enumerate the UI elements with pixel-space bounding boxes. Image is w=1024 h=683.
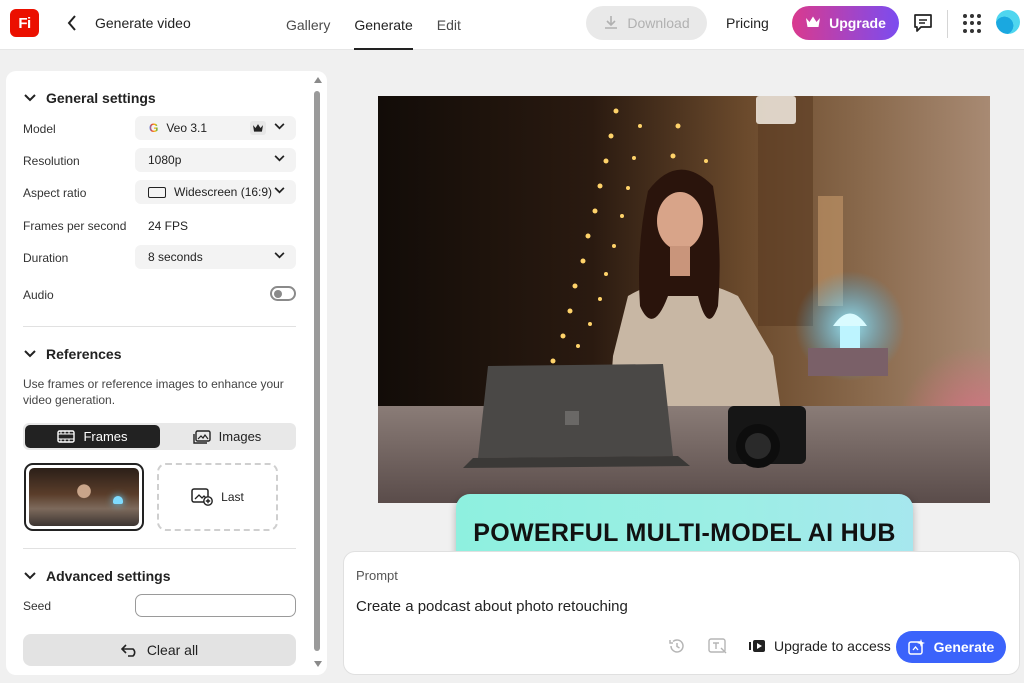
advanced-settings-title: Advanced settings — [46, 568, 171, 584]
frames-label: Frames — [83, 429, 128, 444]
duration-value: 8 seconds — [148, 250, 203, 264]
tab-frames[interactable]: Frames — [25, 425, 160, 448]
audio-toggle[interactable] — [270, 286, 296, 301]
upgrade-to-access-label: Upgrade to access — [774, 638, 891, 654]
references-header[interactable]: References — [24, 346, 122, 362]
seed-label: Seed — [23, 599, 52, 613]
scroll-down-icon[interactable] — [314, 661, 322, 667]
duration-label: Duration — [23, 251, 69, 265]
aspect-ratio-select[interactable]: Widescreen (16:9) — [135, 180, 296, 204]
tab-gallery[interactable]: Gallery — [276, 0, 340, 50]
tab-generate[interactable]: Generate — [344, 0, 422, 50]
download-button[interactable]: Download — [586, 6, 707, 40]
first-frame-thumbnail[interactable] — [24, 463, 144, 531]
last-label: Last — [221, 490, 244, 504]
prompt-box[interactable]: Prompt Create a podcast about photo reto… — [343, 551, 1020, 675]
download-label: Download — [627, 15, 690, 31]
top-bar: Fi Generate video Gallery Generate Edit … — [0, 0, 1024, 50]
references-title: References — [46, 346, 122, 362]
crown-icon — [250, 121, 266, 135]
sparkle-icon — [907, 639, 925, 655]
chevron-down-icon — [274, 155, 285, 162]
chevron-down-icon — [274, 252, 285, 259]
video-credits-icon — [749, 640, 765, 652]
advanced-settings-header[interactable]: Advanced settings — [24, 568, 170, 584]
add-image-icon — [191, 488, 214, 506]
tab-edit[interactable]: Edit — [427, 0, 471, 50]
audio-label: Audio — [23, 288, 54, 302]
fps-label: Frames per second — [23, 219, 127, 233]
reference-type-toggle: Frames Images — [23, 423, 296, 450]
back-arrow-icon[interactable] — [62, 12, 82, 34]
apps-grid-icon[interactable] — [963, 14, 982, 33]
prompt-input[interactable]: Create a podcast about photo retouching — [356, 598, 628, 615]
images-label: Images — [218, 429, 262, 444]
divider — [947, 10, 948, 38]
video-preview[interactable] — [378, 96, 990, 503]
film-icon — [57, 430, 76, 443]
references-description: Use frames or reference images to enhanc… — [23, 377, 284, 407]
upgrade-label: Upgrade — [829, 15, 886, 31]
undo-icon — [120, 644, 136, 657]
chevron-down-icon — [274, 187, 285, 194]
preview-scene — [378, 96, 990, 503]
model-select[interactable]: G Veo 3.1 — [135, 116, 296, 140]
upgrade-to-access-link[interactable]: Upgrade to access — [748, 638, 891, 654]
resolution-value: 1080p — [148, 153, 182, 167]
avatar[interactable] — [996, 10, 1020, 34]
aspect-ratio-label: Aspect ratio — [23, 186, 87, 200]
general-settings-title: General settings — [46, 90, 156, 106]
clear-all-button[interactable]: Clear all — [23, 634, 296, 666]
model-value: Veo 3.1 — [166, 121, 208, 135]
clear-all-label: Clear all — [146, 642, 199, 658]
generate-label: Generate — [933, 639, 995, 655]
aspect-ratio-value: Widescreen (16:9) — [174, 185, 273, 199]
divider — [23, 548, 296, 549]
pricing-link[interactable]: Pricing — [726, 15, 769, 31]
chevron-down-icon — [24, 350, 36, 358]
settings-panel: General settings Model G Veo 3.1 Resolut… — [6, 71, 327, 675]
scroll-thumb[interactable] — [314, 91, 320, 651]
widescreen-icon — [148, 186, 166, 198]
page-title: Generate video — [95, 15, 191, 31]
chevron-down-icon — [274, 123, 285, 130]
duration-select[interactable]: 8 seconds — [135, 245, 296, 269]
last-frame-dropzone[interactable]: Last — [157, 463, 278, 531]
scroll-up-icon[interactable] — [314, 77, 322, 83]
seed-input[interactable] — [135, 594, 296, 617]
prompt-label: Prompt — [356, 568, 398, 583]
images-icon — [192, 429, 211, 444]
chevron-down-icon — [24, 94, 36, 102]
general-settings-header[interactable]: General settings — [24, 90, 156, 106]
main-nav: Gallery Generate Edit — [276, 0, 475, 50]
fps-value: 24 FPS — [148, 219, 189, 233]
text-to-image-icon[interactable] — [708, 637, 728, 655]
crown-icon — [805, 15, 821, 32]
divider — [23, 326, 296, 327]
tab-images[interactable]: Images — [160, 425, 294, 448]
model-label: Model — [23, 122, 56, 136]
chevron-down-icon — [24, 572, 36, 580]
google-g-icon: G — [149, 121, 159, 135]
app-logo[interactable]: Fi — [10, 9, 39, 37]
first-frame-image — [29, 468, 139, 526]
resolution-label: Resolution — [23, 154, 80, 168]
resolution-select[interactable]: 1080p — [135, 148, 296, 172]
scrollbar[interactable] — [314, 77, 322, 667]
download-icon — [603, 14, 619, 33]
upgrade-button[interactable]: Upgrade — [792, 6, 899, 40]
history-icon[interactable] — [668, 637, 686, 655]
generate-button[interactable]: Generate — [896, 631, 1006, 663]
chat-icon[interactable] — [912, 12, 934, 34]
